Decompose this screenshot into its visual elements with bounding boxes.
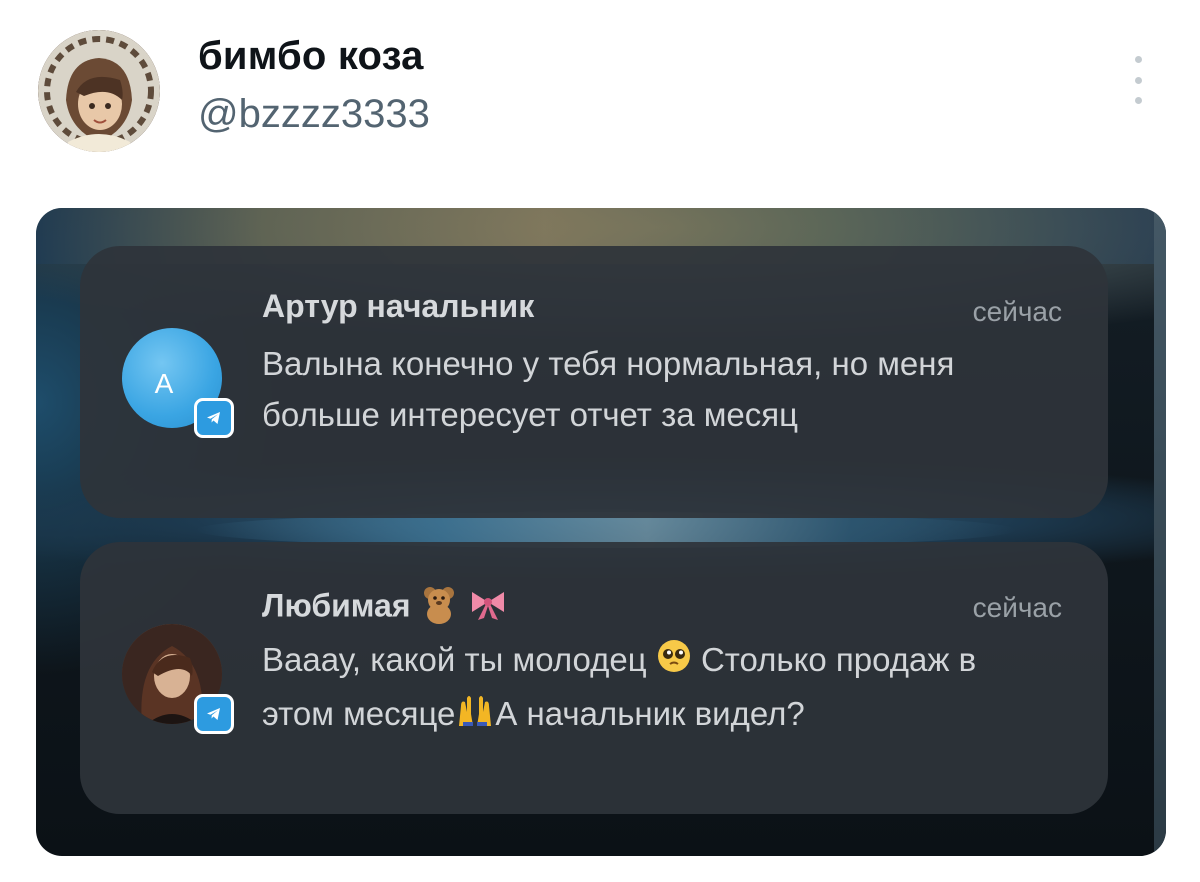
tweet-view: бимбо коза @bzzzz3333 А Артур начальник … xyxy=(0,0,1200,882)
teddy-bear-emoji xyxy=(419,584,459,632)
notification-girlfriend[interactable]: Любимая сейчас Вааау, какой ты молодец С… xyxy=(80,542,1108,814)
sender-name: Артур начальник xyxy=(262,288,535,324)
sender-name-text: Любимая xyxy=(262,587,411,624)
user-handle[interactable]: @bzzzz3333 xyxy=(198,92,430,137)
pleading-face-emoji xyxy=(656,637,692,688)
raising-hands-emoji xyxy=(455,691,495,742)
avatar-illustration xyxy=(38,30,160,152)
notification-time: сейчас xyxy=(972,592,1062,623)
attached-image[interactable]: А Артур начальник сейчас Валына конечно … xyxy=(36,208,1166,856)
sender-name: Любимая xyxy=(262,584,508,632)
notification-boss[interactable]: А Артур начальник сейчас Валына конечно … xyxy=(80,246,1108,518)
message-part-1: Вааау, какой ты молодец xyxy=(262,641,647,678)
telegram-icon xyxy=(194,694,234,734)
notification-message: Валына конечно у тебя нормальная, но мен… xyxy=(262,345,955,433)
more-options-icon[interactable] xyxy=(1124,56,1152,104)
ribbon-emoji xyxy=(468,584,508,632)
avatar-letter: А xyxy=(154,368,174,399)
profile-avatar[interactable] xyxy=(38,30,160,152)
display-name[interactable]: бимбо коза xyxy=(198,34,424,79)
message-part-3: А начальник видел? xyxy=(495,694,805,732)
notification-time: сейчас xyxy=(972,296,1062,327)
image-edge-strip xyxy=(1154,208,1166,856)
telegram-icon xyxy=(194,398,234,438)
notification-message: Вааау, какой ты молодец Столько продаж в… xyxy=(262,634,1052,742)
